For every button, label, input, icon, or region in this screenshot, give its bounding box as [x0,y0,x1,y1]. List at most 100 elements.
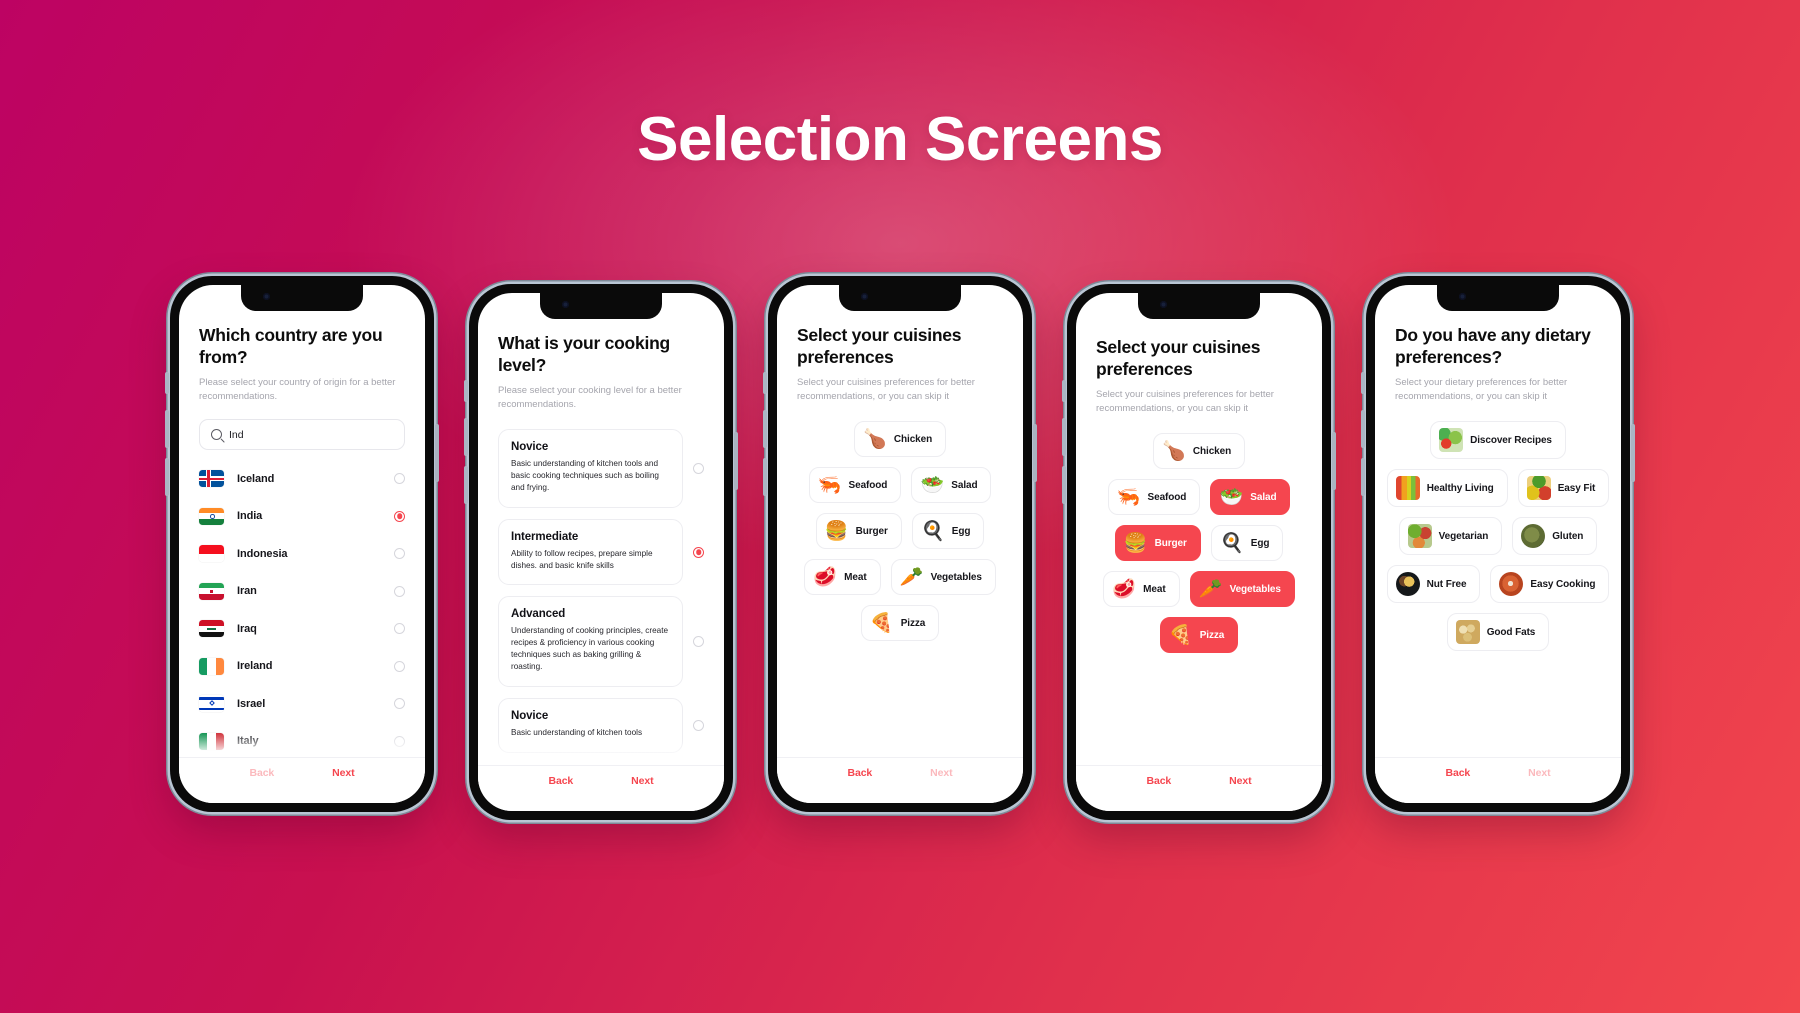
next-button[interactable]: Next [1528,767,1550,779]
level-card[interactable]: Advanced Understanding of cooking princi… [498,596,683,688]
cooking-level-content: What is your cooking level? Please selec… [478,293,724,765]
chip-salad-selected[interactable]: 🥗 Salad [1210,479,1291,515]
level-radio[interactable] [693,636,704,648]
chip-burger-selected[interactable]: 🍔 Burger [1114,525,1201,561]
back-button[interactable]: Back [548,775,573,787]
country-name: Iceland [237,472,275,485]
list-item[interactable]: Iceland [199,460,405,498]
chip-egg[interactable]: 🍳 Egg [1210,525,1284,561]
list-item[interactable]: Iraq [199,610,405,648]
chip-row: 🍔 Burger 🍳 Egg [797,513,1003,549]
chip-label: Burger [1154,537,1187,549]
chip-vegetables-selected[interactable]: 🥕 Vegetables [1189,571,1295,607]
chip-burger[interactable]: 🍔 Burger [815,513,902,549]
level-card[interactable]: Novice Basic understanding of kitchen to… [498,429,683,508]
country-radio[interactable] [394,623,405,635]
chip-meat[interactable]: 🥩 Meat [804,559,881,595]
page-heading: Select your cuisines preferences [1096,337,1261,379]
vegetables-photo-icon [1439,428,1464,452]
flag-iceland-icon [199,470,224,488]
back-button[interactable]: Back [847,767,872,779]
phone-notch [241,285,363,311]
chip-pizza-selected[interactable]: 🍕 Pizza [1159,617,1239,653]
level-radio[interactable] [693,462,704,474]
back-button[interactable]: Back [1146,775,1171,787]
country-radio[interactable] [394,585,405,597]
screen-cooking-level: What is your cooking level? Please selec… [478,293,724,811]
chip-discover-recipes[interactable]: Discover Recipes [1430,421,1566,459]
list-item[interactable]: Indonesia [199,535,405,573]
volume-down-button [1062,466,1066,504]
phone-notch [1437,285,1559,311]
dietary-chip-grid: Discover Recipes Healthy Living Easy Fit [1386,421,1610,651]
chip-pizza[interactable]: 🍕 Pizza [860,605,940,641]
list-item[interactable]: Advanced Understanding of cooking princi… [498,596,704,688]
level-name: Novice [511,710,549,723]
power-button [734,432,738,490]
list-item[interactable]: India [199,498,405,536]
country-radio[interactable] [394,473,405,485]
flag-indonesia-icon [199,545,224,563]
next-button[interactable]: Next [332,767,354,779]
level-card[interactable]: Intermediate Ability to follow recipes, … [498,518,683,586]
search-input[interactable]: Ind [199,419,405,450]
phone-cuisines-selected: Select your cuisines preferences Select … [1062,284,1336,820]
back-button[interactable]: Back [1445,767,1470,779]
country-list: Iceland India Indonesia Iran Iraq Irelan… [199,460,405,757]
phone-country: Which country are you from? Please selec… [165,276,439,812]
chip-vegetables[interactable]: 🥕 Vegetables [890,559,996,595]
list-item[interactable]: Novice Basic understanding of kitchen to… [498,429,704,508]
level-radio-selected[interactable] [693,546,704,558]
chip-vegetarian[interactable]: Vegetarian [1398,517,1503,555]
chip-good-fats[interactable]: Good Fats [1446,613,1550,651]
meat-icon: 🥩 [1112,578,1136,600]
country-radio-selected[interactable] [394,510,405,522]
power-button [1033,424,1037,482]
country-radio[interactable] [394,698,405,710]
chip-seafood[interactable]: 🦐 Seafood [808,467,902,503]
chip-healthy-living[interactable]: Healthy Living [1386,469,1508,507]
chip-meat[interactable]: 🥩 Meat [1103,571,1180,607]
chip-label: Chicken [1192,445,1232,457]
chip-label: Burger [855,525,888,537]
flag-israel-icon [199,695,224,713]
back-button[interactable]: Back [249,767,274,779]
phone-cooking-level: What is your cooking level? Please selec… [464,284,738,820]
chip-egg[interactable]: 🍳 Egg [911,513,985,549]
list-item[interactable]: Israel [199,685,405,723]
soup-photo-icon [1499,572,1524,596]
chip-salad[interactable]: 🥗 Salad [911,467,992,503]
next-button[interactable]: Next [1229,775,1251,787]
country-radio[interactable] [394,548,405,560]
chip-nut-free[interactable]: Nut Free [1386,565,1481,603]
volume-down-button [464,466,468,504]
list-item[interactable]: Ireland [199,648,405,686]
next-button[interactable]: Next [631,775,653,787]
chip-easy-fit[interactable]: Easy Fit [1517,469,1610,507]
chip-gluten[interactable]: Gluten [1512,517,1598,555]
country-name: Indonesia [237,547,288,560]
screen-cuisines: Select your cuisines preferences Select … [777,285,1023,803]
power-button [435,424,439,482]
next-button[interactable]: Next [930,767,952,779]
chip-chicken[interactable]: 🍗 Chicken [853,421,947,457]
flag-iran-icon [199,582,224,600]
page-subheading: Select your cuisines preferences for bet… [797,377,975,402]
chip-label: Chicken [893,433,933,445]
level-radio[interactable] [693,719,704,731]
chip-label: Good Fats [1486,626,1536,638]
country-name: Israel [237,697,266,710]
chip-seafood[interactable]: 🦐 Seafood [1107,479,1201,515]
scroll-fade [179,731,425,757]
chip-label: Nut Free [1426,578,1467,590]
chip-label: Seafood [848,479,888,491]
chip-chicken[interactable]: 🍗 Chicken [1152,433,1246,469]
chip-label: Salad [951,479,978,491]
list-item[interactable]: Iran [199,573,405,611]
list-item[interactable]: Intermediate Ability to follow recipes, … [498,518,704,586]
chip-easy-cooking[interactable]: Easy Cooking [1490,565,1610,603]
volume-up-button [165,410,169,448]
chip-label: Pizza [1199,629,1225,641]
mute-switch [464,380,468,402]
country-radio[interactable] [394,660,405,672]
